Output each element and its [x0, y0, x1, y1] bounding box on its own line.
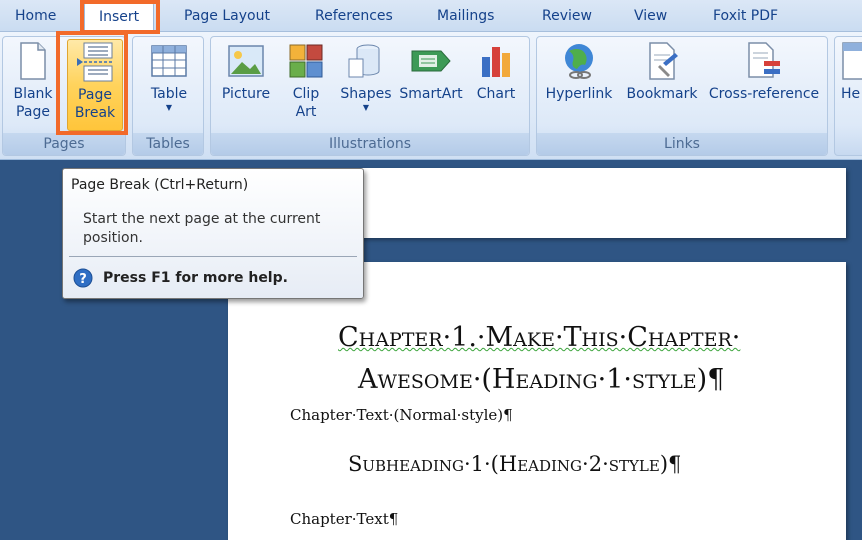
cross-reference-label: Cross-reference	[708, 86, 820, 102]
smartart-icon	[411, 50, 451, 72]
tooltip-description: Start the next page at the current posit…	[83, 211, 321, 246]
group-tables: Table ▼ Tables	[132, 36, 204, 156]
picture-icon	[228, 45, 264, 77]
tab-review[interactable]: Review	[542, 8, 592, 24]
shapes-label: Shapes	[340, 86, 392, 102]
header-button[interactable]: He	[841, 41, 862, 103]
blank-page-label-2: Page	[16, 104, 50, 120]
tab-view[interactable]: View	[634, 8, 667, 24]
tab-foxit-pdf[interactable]: Foxit PDF	[713, 8, 778, 24]
page-break-icon	[77, 42, 113, 82]
tab-home[interactable]: Home	[15, 8, 56, 24]
heading1-line2: Awesome·(Heading·1·style)¶	[358, 364, 725, 395]
bookmark-icon	[649, 42, 678, 80]
group-illustrations: Picture Clip Art Shapes ▼ SmartArt Chart…	[210, 36, 530, 156]
clip-art-label-1: Clip	[292, 86, 320, 102]
blank-page-button[interactable]: Blank Page	[7, 41, 59, 121]
previous-page	[360, 168, 846, 238]
table-icon	[151, 45, 187, 77]
clip-art-label-2: Art	[295, 104, 317, 120]
document-page[interactable]: Chapter·1.·Make·This·Chapter· Awesome·(H…	[228, 262, 846, 540]
clip-art-button[interactable]: Clip Art	[281, 41, 331, 121]
heading1-line1: Chapter·1.·Make·This·Chapter·	[338, 322, 740, 353]
shapes-dropdown-icon: ▼	[362, 103, 370, 112]
chart-icon	[482, 47, 510, 77]
tooltip-divider	[69, 256, 357, 257]
hyperlink-label: Hyperlink	[545, 86, 613, 102]
blank-page-icon	[20, 42, 46, 80]
header-icon	[842, 42, 862, 80]
shapes-icon	[348, 44, 380, 78]
group-label-links: Links	[537, 133, 827, 155]
clip-art-icon	[289, 44, 323, 78]
group-label-pages: Pages	[3, 133, 125, 155]
group-links: Hyperlink Bookmark Cross-reference Links	[536, 36, 828, 156]
hyperlink-icon	[565, 44, 593, 79]
group-label-illustrations: Illustrations	[211, 133, 529, 155]
chapter-text-2: Chapter·Text¶	[290, 510, 399, 528]
page-break-label-2: Break	[74, 105, 116, 121]
tab-page-layout[interactable]: Page Layout	[184, 8, 270, 24]
table-label: Table	[150, 86, 188, 102]
table-button[interactable]: Table ▼	[139, 41, 199, 113]
heading1-line1-text: Chapter·1.·Make·This·Chapter·	[338, 322, 741, 353]
help-icon: ?	[73, 268, 93, 288]
tab-mailings[interactable]: Mailings	[437, 8, 494, 24]
cross-reference-button[interactable]: Cross-reference	[705, 41, 823, 103]
header-label: He	[841, 86, 861, 102]
tab-insert[interactable]: Insert	[84, 2, 155, 33]
picture-label: Picture	[221, 86, 271, 102]
smartart-button[interactable]: SmartArt	[397, 41, 465, 103]
cross-reference-icon	[748, 42, 780, 78]
picture-button[interactable]: Picture	[215, 41, 277, 103]
subheading: Subheading·1·(Heading·2·style)¶	[348, 452, 682, 476]
group-label-tables: Tables	[133, 133, 203, 155]
group-header-footer-partial: He	[834, 36, 862, 156]
page-break-label-1: Page	[78, 87, 112, 103]
table-dropdown-icon: ▼	[165, 103, 173, 112]
ribbon-tab-bar: Home Insert Page Layout References Maili…	[0, 0, 862, 33]
bookmark-button[interactable]: Bookmark	[623, 41, 701, 103]
chapter-text: Chapter·Text·(Normal·style)¶	[290, 406, 513, 424]
insert-ribbon: Blank Page Page Break Pages Table ▼ Tabl…	[0, 32, 862, 160]
tab-references[interactable]: References	[315, 8, 393, 24]
hyperlink-button[interactable]: Hyperlink	[543, 41, 615, 103]
bookmark-label: Bookmark	[626, 86, 698, 102]
svg-text:?: ?	[79, 272, 87, 287]
chart-button[interactable]: Chart	[469, 41, 523, 103]
smartart-label: SmartArt	[399, 86, 463, 102]
chart-label: Chart	[476, 86, 516, 102]
blank-page-label-1: Blank	[13, 86, 53, 102]
shapes-button[interactable]: Shapes ▼	[335, 41, 397, 113]
group-pages: Blank Page Page Break Pages	[2, 36, 126, 156]
page-break-button[interactable]: Page Break	[67, 39, 123, 131]
tooltip-title: Page Break (Ctrl+Return)	[71, 177, 249, 193]
tooltip-help-text: Press F1 for more help.	[103, 270, 288, 286]
page-break-tooltip: Page Break (Ctrl+Return) Start the next …	[62, 168, 364, 299]
